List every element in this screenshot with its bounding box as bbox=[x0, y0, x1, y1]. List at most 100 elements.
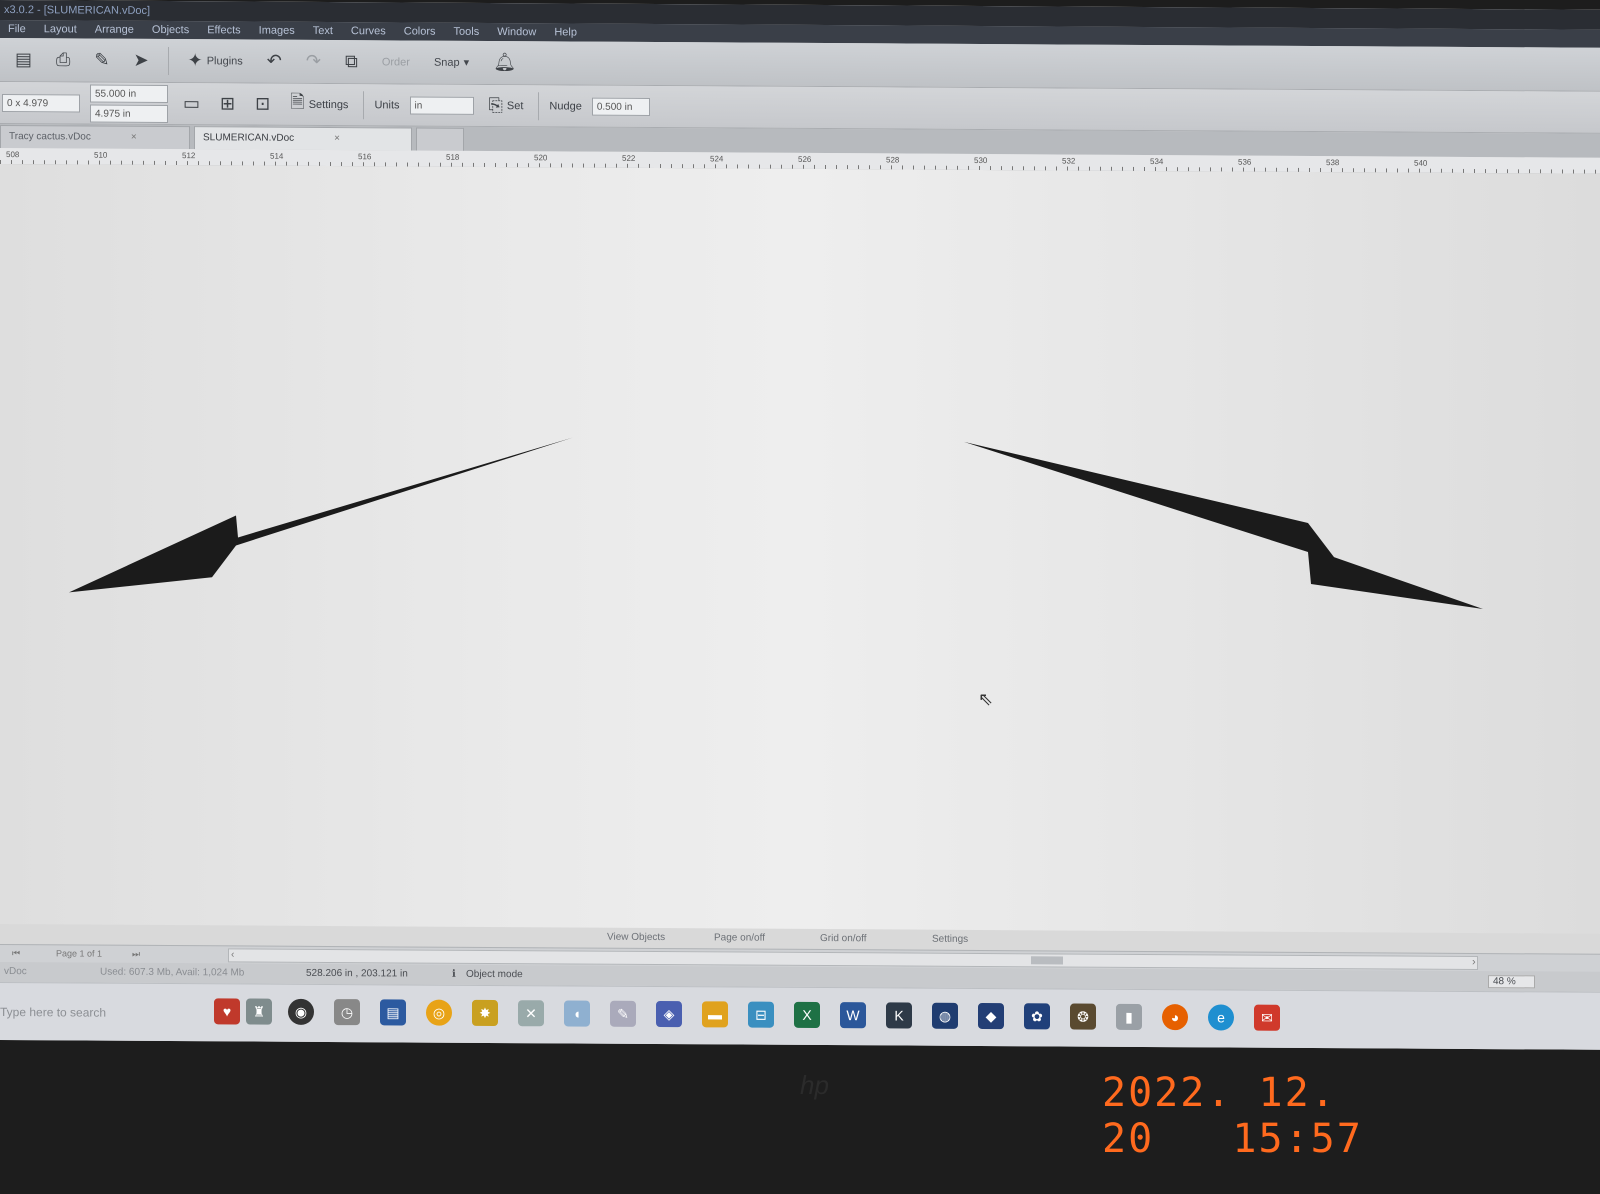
app-icon[interactable]: ◆ bbox=[978, 1002, 1004, 1030]
page-button[interactable]: ▭ bbox=[178, 90, 205, 117]
group-button[interactable]: ⧉ bbox=[340, 48, 363, 75]
doc-type: vDoc bbox=[4, 966, 27, 978]
ruler-label: 516 bbox=[358, 152, 372, 162]
order-button[interactable]: Order bbox=[377, 53, 415, 71]
save-button[interactable]: ▤ bbox=[10, 46, 37, 73]
view-objects-button[interactable]: View Objects bbox=[607, 932, 665, 943]
menu-layout[interactable]: Layout bbox=[44, 20, 77, 38]
clock-icon[interactable]: ◷ bbox=[334, 999, 360, 1026]
menu-images[interactable]: Images bbox=[259, 22, 295, 40]
set-button[interactable]: ⎘ Set bbox=[484, 92, 529, 119]
app-icon[interactable]: ▤ bbox=[380, 999, 406, 1026]
chrome-icon[interactable]: ◎ bbox=[426, 999, 452, 1026]
tab-tracy-cactus[interactable]: Tracy cactus.vDoc × bbox=[0, 125, 190, 150]
blade-icon: ✎ bbox=[94, 49, 110, 70]
nudge-label: Nudge bbox=[549, 99, 582, 113]
snap-button[interactable]: Snap ▾ bbox=[429, 53, 474, 72]
new-tab-button[interactable] bbox=[416, 127, 464, 151]
send-button[interactable]: ➤ bbox=[129, 47, 154, 74]
drawing-canvas[interactable]: ⇖ bbox=[0, 164, 1600, 934]
taskbar-search[interactable]: Type here to search bbox=[0, 1005, 106, 1020]
scroll-left-icon[interactable]: ‹ bbox=[231, 949, 234, 960]
usb-icon[interactable]: ▮ bbox=[1116, 1003, 1142, 1030]
grid-toggle-button[interactable]: Grid on/off bbox=[820, 933, 867, 944]
nudge-field[interactable]: 0.500 in bbox=[591, 97, 650, 116]
bell-icon: 🔔︎ bbox=[493, 52, 517, 73]
menu-help[interactable]: Help bbox=[554, 23, 577, 41]
ruler-label: 514 bbox=[270, 151, 284, 161]
ruler-label: 532 bbox=[1062, 156, 1076, 166]
fit-page-button[interactable]: ⊡ bbox=[250, 91, 275, 118]
first-page-icon[interactable]: ⏮ bbox=[12, 948, 20, 959]
lightning-bolt-right[interactable] bbox=[964, 441, 1483, 610]
app-icon[interactable]: ✸ bbox=[472, 999, 498, 1027]
menu-effects[interactable]: Effects bbox=[207, 21, 240, 39]
music-icon[interactable]: ◉ bbox=[288, 998, 314, 1025]
plugins-button[interactable]: ✦ Plugins bbox=[183, 47, 248, 74]
mail-icon[interactable]: ✉ bbox=[1254, 1004, 1280, 1031]
ruler-label: 526 bbox=[798, 154, 812, 164]
app-icon[interactable]: ◈ bbox=[656, 1001, 682, 1028]
menu-file[interactable]: File bbox=[8, 20, 26, 38]
app-icon[interactable]: ◖ bbox=[564, 1000, 590, 1027]
edge-icon[interactable]: e bbox=[1208, 1004, 1234, 1031]
undo-icon: ↶ bbox=[266, 50, 282, 71]
app-icon[interactable]: K bbox=[886, 1002, 912, 1029]
scroll-thumb[interactable] bbox=[1031, 956, 1063, 965]
tab-label: SLUMERICAN.vDoc bbox=[203, 132, 295, 144]
page-indicator: Page 1 of 1 bbox=[56, 948, 103, 959]
firefox-icon[interactable]: ◕ bbox=[1162, 1004, 1188, 1031]
toolbar-divider bbox=[538, 91, 540, 120]
last-page-icon[interactable]: ⏭ bbox=[132, 949, 140, 960]
quick-settings-button[interactable]: Settings bbox=[932, 934, 968, 945]
close-icon[interactable]: × bbox=[131, 127, 137, 149]
menu-arrange[interactable]: Arrange bbox=[95, 21, 134, 39]
page-toggle-button[interactable]: Page on/off bbox=[714, 932, 765, 943]
app-icon[interactable]: ❂ bbox=[1070, 1003, 1096, 1030]
monitor-screen: x3.0.2 - [SLUMERICAN.vDoc] File Layout A… bbox=[0, 0, 1600, 1050]
ruler-label: 534 bbox=[1150, 157, 1164, 167]
print-button[interactable]: ⎙ bbox=[51, 46, 75, 73]
units-select[interactable]: in bbox=[409, 96, 474, 115]
app-icon[interactable]: ✕ bbox=[518, 1000, 544, 1027]
toolbar-divider bbox=[167, 46, 169, 75]
tab-slumerican[interactable]: SLUMERICAN.vDoc × bbox=[194, 126, 412, 151]
ruler-label: 540 bbox=[1414, 158, 1428, 168]
zoom-select[interactable]: 48 % bbox=[1488, 975, 1535, 989]
size-fields: 55.000 in 4.975 in bbox=[90, 84, 168, 123]
position-field[interactable]: 0 x 4.979 bbox=[2, 93, 80, 112]
close-icon[interactable]: × bbox=[334, 128, 340, 150]
set-icon: ⎘ bbox=[488, 94, 503, 116]
app-icon[interactable]: ⊟ bbox=[748, 1001, 774, 1028]
plotter-icon: ➤ bbox=[133, 49, 149, 70]
ruler-label: 522 bbox=[622, 153, 636, 163]
menu-curves[interactable]: Curves bbox=[351, 22, 386, 40]
lightning-bolt-left[interactable] bbox=[69, 434, 573, 595]
menu-window[interactable]: Window bbox=[497, 23, 536, 41]
word-icon[interactable]: W bbox=[840, 1002, 866, 1029]
menu-text[interactable]: Text bbox=[313, 22, 333, 40]
undo-button[interactable]: ↶ bbox=[262, 48, 287, 75]
windows-taskbar: Type here to search ♥ ♜ ◉ ◷ ▤ ◎ ✸ ✕ ◖ ✎ … bbox=[0, 982, 1600, 1050]
app-icon[interactable]: ♜ bbox=[246, 998, 272, 1025]
hp-logo-icon: hp bbox=[800, 1070, 829, 1100]
alert-button[interactable]: 🔔︎ bbox=[488, 49, 521, 76]
app-icon[interactable]: ✿ bbox=[1024, 1003, 1050, 1030]
menu-colors[interactable]: Colors bbox=[404, 22, 436, 40]
paint-icon[interactable]: ✎ bbox=[610, 1000, 636, 1027]
settings-button[interactable]: 🗎︎ Settings bbox=[285, 86, 353, 122]
redo-button[interactable]: ↷ bbox=[301, 48, 326, 75]
menu-objects[interactable]: Objects bbox=[152, 21, 189, 39]
add-page-button[interactable]: ⊞ bbox=[215, 90, 240, 117]
width-field[interactable]: 55.000 in bbox=[90, 84, 168, 103]
settings-label: Settings bbox=[308, 98, 349, 111]
folder-icon[interactable]: ▬ bbox=[702, 1001, 728, 1028]
scroll-right-icon[interactable]: › bbox=[1472, 956, 1476, 968]
cut-button[interactable]: ✎ bbox=[89, 47, 114, 74]
excel-icon[interactable]: X bbox=[794, 1001, 820, 1029]
ruler-label: 538 bbox=[1326, 158, 1340, 168]
app-icon[interactable]: ♥ bbox=[214, 998, 240, 1025]
app-icon[interactable]: ◍ bbox=[932, 1002, 958, 1029]
menu-tools[interactable]: Tools bbox=[454, 23, 480, 41]
height-field[interactable]: 4.975 in bbox=[90, 104, 168, 123]
